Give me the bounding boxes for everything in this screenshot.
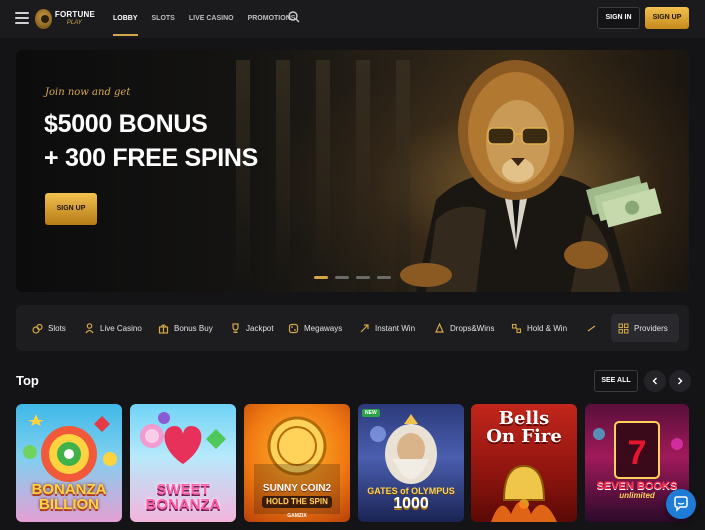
chevron-right-icon [678,377,683,385]
lion-logo-icon [35,9,52,29]
category-slots[interactable]: Slots [32,305,66,351]
game-card[interactable]: NEW GATES of OLYMPUS 1000 [358,404,464,522]
game-card[interactable]: Bells On Fire [471,404,577,522]
category-label: Bonus Buy [174,323,213,333]
providers-button[interactable]: Providers [611,314,679,342]
live-casino-icon [84,322,95,334]
category-drops-wins[interactable]: Drops&Wins [434,305,494,351]
megaways-icon [288,323,299,334]
promo-headline-line1: $5000 BONUS [44,110,208,138]
new-badge: NEW [362,409,380,417]
game-title-line2: BONANZA [145,496,221,513]
main-nav: LOBBY SLOTS LIVE CASINO PROMOTIONS [113,0,309,38]
game-title-line2: On Fire [486,426,562,447]
category-label: Instant Win [375,323,416,333]
drops-wins-icon [434,322,445,334]
game-title-line1: SWEET [156,481,210,498]
game-card[interactable]: SUNNY COIN2 HOLD THE SPIN GAMZIX [244,404,350,522]
nav-lobby[interactable]: LOBBY [113,0,138,38]
instant-win-icon [359,323,370,334]
carousel-dot[interactable] [356,276,370,279]
carousel-dot[interactable] [314,276,328,279]
carousel-dot[interactable] [335,276,349,279]
top-header: FORTUNE PLAY LOBBY SLOTS LIVE CASINO PRO… [0,0,705,38]
game-title-line2: 1000 [393,495,429,512]
game-card[interactable]: BONANZA BILLION [16,404,122,522]
carousel-dots [314,276,398,279]
chevron-left-icon [652,377,657,385]
category-label: Live Casino [100,323,142,333]
game-title-line1: SUNNY COIN2 [262,483,332,494]
promo-subtitle: Join now and get [45,87,131,98]
section-title-top: Top [16,373,39,388]
game-card[interactable]: SWEET BONANZA [130,404,236,522]
logo-text-main: FORTUNE [54,10,95,19]
category-bar: Slots Live Casino Bonus Buy Jackpot Mega… [16,305,689,351]
category-jackpot[interactable]: Jackpot [230,305,274,351]
grid-icon [618,323,629,334]
category-label: Hold & Win [527,323,568,333]
banner-sign-up-button[interactable]: SIGN UP [45,193,97,225]
nav-live-casino[interactable]: LIVE CASINO [189,0,234,38]
category-hold-win[interactable]: Hold & Win [511,305,567,351]
slots-icon [32,323,43,334]
scroll-left-button[interactable] [644,370,666,392]
game-title-line2: HOLD THE SPIN [262,496,332,508]
game-provider-label: GAMZIX [287,513,307,519]
game-title-line2: BILLION [39,496,99,513]
sign-in-button[interactable]: SIGN IN [597,7,640,29]
site-logo[interactable]: FORTUNE PLAY [35,6,95,32]
sign-up-button[interactable]: SIGN UP [645,7,689,29]
bonus-buy-icon [158,323,169,334]
category-label: Drops&Wins [450,323,495,333]
chat-bubble-icon [674,496,688,512]
category-label: Slots [48,323,66,333]
promo-banner[interactable]: Join now and get $5000 BONUS + 300 FREE … [16,50,689,292]
promo-headline-line2: + 300 FREE SPINS [44,144,259,172]
jackpot-icon [230,322,241,334]
hamburger-menu-icon[interactable] [15,12,29,24]
logo-text-sub: PLAY [66,20,82,26]
see-all-button[interactable]: SEE ALL [594,370,638,392]
category-label: Megaways [304,323,343,333]
hold-win-icon [511,323,522,334]
category-megaways[interactable]: Megaways [288,305,342,351]
category-live-casino[interactable]: Live Casino [84,305,142,351]
lion-mascot-image [400,60,662,292]
live-chat-button[interactable] [666,489,696,519]
search-icon[interactable] [288,11,300,23]
nav-slots[interactable]: SLOTS [152,0,175,38]
category-partial-next[interactable] [586,305,602,351]
category-instant-win[interactable]: Instant Win [359,305,415,351]
category-label: Jackpot [246,323,274,333]
svg-text:7: 7 [628,434,647,472]
game-title-line1: BONANZA [31,481,107,498]
scroll-right-button[interactable] [669,370,691,392]
category-icon [586,323,597,334]
providers-label: Providers [634,323,668,333]
category-bonus-buy[interactable]: Bonus Buy [158,305,213,351]
carousel-dot[interactable] [377,276,391,279]
